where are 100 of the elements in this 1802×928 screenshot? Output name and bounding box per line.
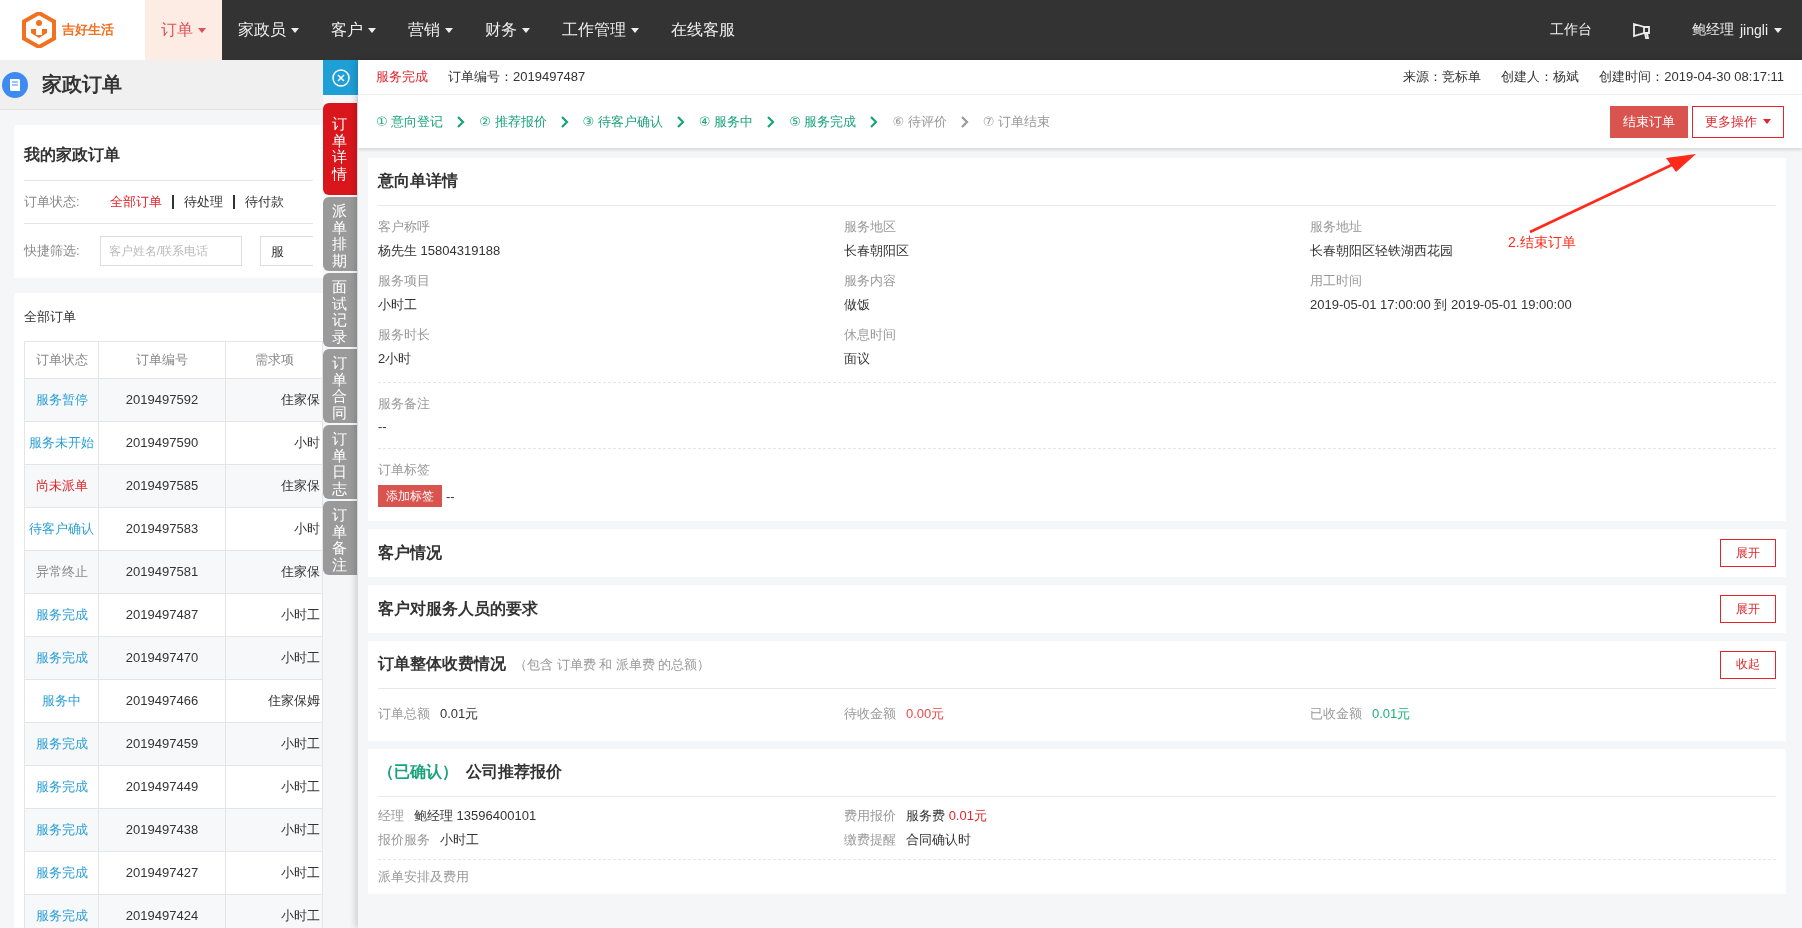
nav-menu-item[interactable]: 在线客服 <box>655 0 751 60</box>
nav-menu-item[interactable]: 订单 <box>145 0 222 60</box>
search-field[interactable]: 客户姓名/联系电话 <box>99 236 242 266</box>
amount-value: 0.00元 <box>906 706 945 721</box>
chevron-icon <box>457 115 466 128</box>
table-cell: 2019497487 <box>98 593 226 637</box>
card-title: 全部订单 <box>24 308 77 326</box>
status-cell[interactable]: 服务暂停 <box>24 378 99 422</box>
amount-label: 待收金额 <box>844 706 896 721</box>
field-label: 客户称呼 <box>378 218 430 236</box>
nav-menu-item[interactable]: 家政员 <box>222 0 315 60</box>
table-cell: 2019497449 <box>98 765 226 809</box>
section-title: 订单整体收费情况 <box>378 654 506 674</box>
side-tab[interactable]: 订单备注 <box>323 501 357 575</box>
status-cell[interactable]: 服务完成 <box>24 808 99 852</box>
filter-label: 快捷筛选: <box>24 242 80 260</box>
progress-step: ⑦ 订单结束 <box>982 112 1050 131</box>
logo-icon <box>22 12 56 48</box>
book-icon <box>2 71 28 98</box>
filter-label: 订单状态: <box>24 193 80 211</box>
end-order-button[interactable]: 结束订单 <box>1610 105 1688 138</box>
table-cell: 住家保 <box>225 464 323 508</box>
nav-menu-item[interactable]: 工作管理 <box>546 0 655 60</box>
side-tab[interactable]: 订单日志 <box>323 425 357 499</box>
status-filter-link[interactable]: 待付款 <box>232 195 294 209</box>
field-value: 服务费 <box>906 808 945 823</box>
created-time: 创建时间：2019-04-30 08:17:11 <box>1599 68 1784 86</box>
side-tab[interactable]: 订单合同 <box>323 349 357 423</box>
table-cell: 小时工 <box>225 765 323 809</box>
chevron-icon <box>767 115 776 128</box>
field-value: -- <box>446 488 455 504</box>
section-title: 公司推荐报价 <box>466 762 562 782</box>
user-menu[interactable]: 鲍经理 jingli <box>1692 21 1782 39</box>
field-label: 服务内容 <box>844 272 896 290</box>
nav-menu-item[interactable]: 财务 <box>469 0 546 60</box>
table-cell: 小时工 <box>225 636 323 680</box>
field-label: 费用报价 <box>844 808 896 823</box>
status-cell[interactable]: 服务完成 <box>24 722 99 766</box>
status-cell[interactable]: 服务完成 <box>24 765 99 809</box>
amount-label: 订单总额 <box>378 706 430 721</box>
order-status: 服务完成 <box>376 68 428 86</box>
status-cell[interactable]: 服务未开始 <box>24 421 99 465</box>
status-cell[interactable]: 服务完成 <box>24 894 99 928</box>
nav-menu-item[interactable]: 营销 <box>392 0 469 60</box>
toggle-button[interactable]: 收起 <box>1720 650 1776 679</box>
status-cell[interactable]: 异常终止 <box>24 550 99 594</box>
field-value: 小时工 <box>378 296 417 314</box>
field-label: 服务时长 <box>378 326 430 344</box>
column-header: 订单状态 <box>24 341 99 379</box>
column-header: 订单编号 <box>98 341 226 379</box>
order-creator: 创建人：杨斌 <box>1501 68 1580 86</box>
field-value: 小时工 <box>440 832 479 847</box>
table-cell: 2019497590 <box>98 421 226 465</box>
table-cell: 小时 <box>225 421 323 465</box>
field-label: 订单标签 <box>378 461 430 479</box>
status-cell[interactable]: 待客户确认 <box>24 507 99 551</box>
amount-value: 0.01元 <box>1372 706 1411 721</box>
side-tab[interactable]: 订单详情 <box>323 103 357 195</box>
close-icon <box>331 68 350 87</box>
megaphone-icon[interactable] <box>1632 21 1652 39</box>
status-cell[interactable]: 服务完成 <box>24 851 99 895</box>
add-tag-button[interactable]: 添加标签 <box>378 485 442 507</box>
field-value: 鲍经理 13596400101 <box>414 808 537 823</box>
chevron-icon <box>960 115 969 128</box>
field-label: 休息时间 <box>844 326 896 344</box>
status-filter-link[interactable]: 待处理 <box>171 195 233 209</box>
table-cell: 2019497459 <box>98 722 226 766</box>
side-tab[interactable]: 面试记录 <box>323 273 357 347</box>
workbench-link[interactable]: 工作台 <box>1550 21 1592 39</box>
service-select[interactable]: 服 <box>259 236 313 266</box>
chevron-icon <box>676 115 685 128</box>
toggle-button[interactable]: 展开 <box>1720 595 1776 623</box>
close-button[interactable] <box>323 60 358 95</box>
field-label: 用工时间 <box>1310 272 1362 290</box>
progress-step: ③ 待客户确认 <box>582 112 663 131</box>
field-label: 服务项目 <box>378 272 430 290</box>
status-cell[interactable]: 服务完成 <box>24 593 99 637</box>
field-label: 报价服务 <box>378 832 430 847</box>
side-tab[interactable]: 派单排期 <box>323 197 357 271</box>
table-cell: 2019497581 <box>98 550 226 594</box>
more-actions-button[interactable]: 更多操作 <box>1692 105 1784 138</box>
status-cell[interactable]: 服务完成 <box>24 636 99 680</box>
order-number: 订单编号：2019497487 <box>448 68 586 86</box>
subsection-title: 派单安排及费用 <box>378 868 470 886</box>
toggle-button[interactable]: 展开 <box>1720 539 1776 567</box>
field-label: 经理 <box>378 808 404 823</box>
nav-menu-item[interactable]: 客户 <box>315 0 392 60</box>
progress-step: ④ 服务中 <box>698 112 754 131</box>
field-label: 服务备注 <box>378 395 430 413</box>
table-cell: 小时 <box>225 507 323 551</box>
status-filter-link[interactable]: 全部订单 <box>99 195 172 209</box>
section-note: （包含 订单费 和 派单费 的总额） <box>514 655 711 674</box>
status-cell[interactable]: 服务中 <box>24 679 99 723</box>
status-cell[interactable]: 尚未派单 <box>24 464 99 508</box>
field-value: 2小时 <box>378 350 412 368</box>
table-cell: 住家保姆 <box>225 679 323 723</box>
table-cell: 小时工 <box>225 808 323 852</box>
table-cell: 住家保 <box>225 378 323 422</box>
column-header: 需求项 <box>225 341 323 379</box>
table-cell: 小时工 <box>225 851 323 895</box>
